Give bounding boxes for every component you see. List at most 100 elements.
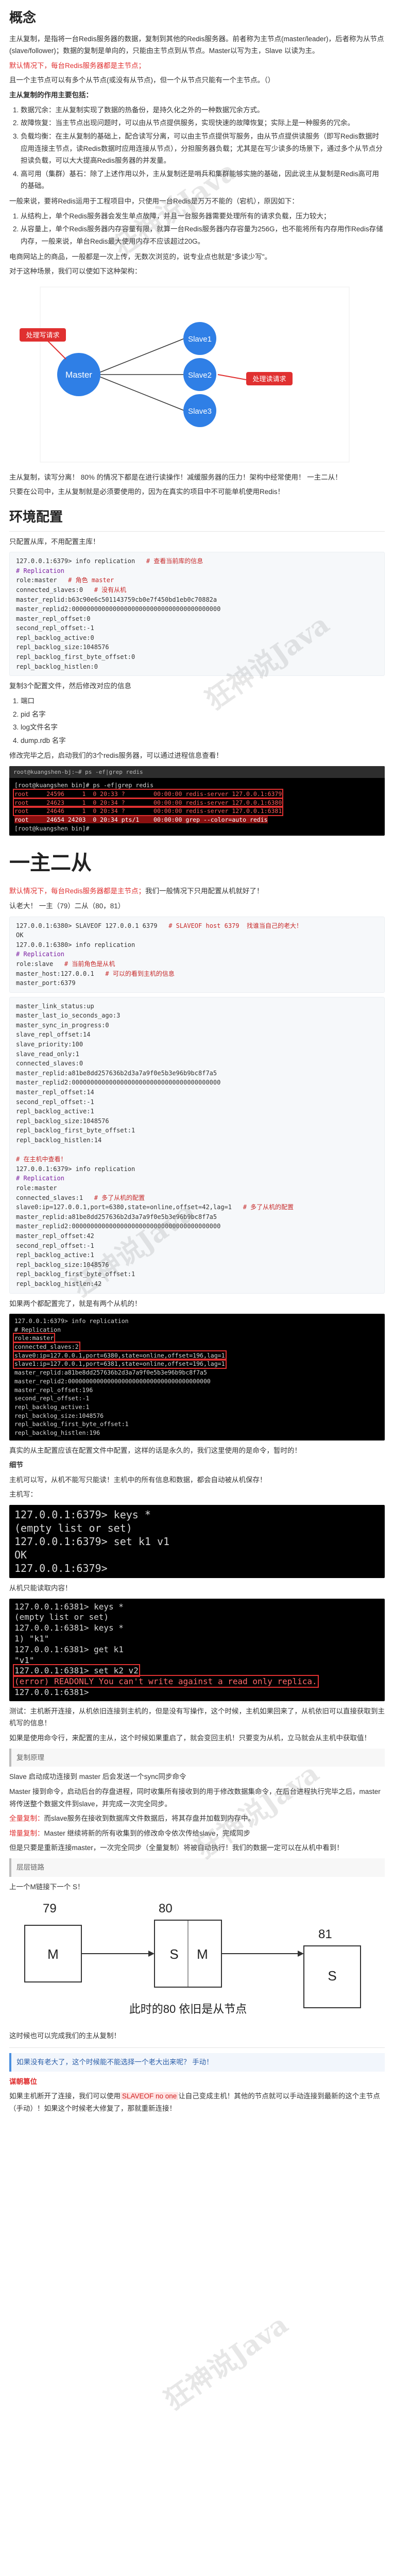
terminal-line: (empty list or set) <box>14 1522 132 1535</box>
section-title-concept: 概念 <box>9 10 37 25</box>
layer-paragraph: 这时候也可以完成我们的主从复制！ <box>9 2032 121 2040</box>
fallback-text: 如果主机断开了连接，我们可以使用 <box>9 2092 121 2100</box>
layer-heading: 层层链路 <box>9 1858 385 1877</box>
node-role-letter: M <box>47 1946 59 1962</box>
terminal-line: root 24623 1 0 20:34 ? 00:00:00 redis-se… <box>12 797 284 808</box>
arrow-head <box>298 1951 304 1957</box>
section-title-env: 环境配置 <box>9 505 385 532</box>
intro-paragraph: 对于这种场景，我们可以使如下这种架构： <box>9 267 142 276</box>
chain-diagram: 79 80 81 M S M S 此时的80 依旧是从节点 <box>24 1902 361 2015</box>
code-line: repl_backlog_histlen:0 <box>16 663 98 670</box>
terminal-line: 127.0.0.1:6379> keys * <box>14 1509 151 1521</box>
terminal-line: root 24646 1 0 20:34 ? 00:00:00 redis-se… <box>12 806 284 817</box>
write-request-label: 处理写请求 <box>26 331 59 339</box>
node-role-letter: S <box>169 1946 178 1962</box>
code-line: master_replid:b63c90e6c501143759cb0e7f45… <box>16 596 217 603</box>
terminal-line: "v1" <box>14 1655 35 1665</box>
list-item: 端口 <box>21 695 385 707</box>
read-request-label: 处理读请求 <box>252 375 286 383</box>
code-block-info-replication: 127.0.0.1:6379> info replication # 查看当前库… <box>9 552 385 676</box>
fallback-paragraph: 如果主机断开了连接，我们可以使用 SLAVEOF no one 让自己变成主机！其他… <box>9 2090 385 2114</box>
intro-paragraph: 主从复制，是指将一台Redis服务器的数据，复制到其他的Redis服务器。前者称… <box>9 35 384 55</box>
terminal-line: 127.0.0.1:6381> keys * <box>14 1623 124 1633</box>
sync-paragraph: Master 接到命令，启动后台的存盘进程，同时收集所有接收到的用于修改数据集命… <box>9 1787 381 1808</box>
chain-caption: 此时的80 依旧是从节点 <box>129 2003 247 2015</box>
terminal-line: 127.0.0.1:6381> get k1 <box>14 1644 124 1654</box>
terminal-line: 127.0.0.1:6379> info replication <box>14 1317 129 1325</box>
onemaster-paragraph: 如果两个都配置完了，就是有两个从机的！ <box>9 1299 142 1308</box>
onemaster-paragraph: 认老大！ 一主（79）二从（80，81） <box>9 902 125 910</box>
code-line: 127.0.0.1:6380> SLAVEOF 127.0.0.1 6379 #… <box>16 922 302 929</box>
terminal-line: slave0:ip=127.0.0.1,port=6380,state=onli… <box>13 1350 227 1361</box>
list-item: 负载均衡：在主从复制的基础上，配合读写分离，可以由主节点提供写服务，由从节点提供… <box>21 130 385 167</box>
list-item: 故障恢复：当主节点出现问题时，可以由从节点提供服务，实现快速的故障恢复；实际上是… <box>21 117 385 129</box>
terminal-window-ps: root@kuangshen-bj:~# ps -ef|grep redis [… <box>9 766 385 836</box>
terminal-line: role:master <box>12 1333 56 1344</box>
code-line: repl_backlog_size:1048576 <box>16 643 109 651</box>
terminal-line: repl_backlog_size:1048576 <box>14 1412 104 1419</box>
code-line: repl_backlog_first_byte_offset:0 <box>16 653 135 661</box>
fallback-tip: 如果没有老大了，这个时候能不能选择一个老大出来呢？ 手动！ <box>9 2053 385 2072</box>
terminal-line: master_repl_offset:196 <box>14 1386 93 1394</box>
detail-paragraph: 从机只能读取内容！ <box>9 1584 72 1592</box>
terminal-window-master-write: 127.0.0.1:6379> keys * (empty list or se… <box>9 1505 385 1579</box>
code-line: role:master # 角色 master <box>16 577 114 584</box>
code-line: repl_backlog_active:0 <box>16 634 94 641</box>
code-line: master_port:6379 <box>16 979 76 987</box>
node-port-label: 80 <box>159 1902 173 1916</box>
list-item: 数据冗余：主从复制实现了数据的热备份，是持久化之外的一种数据冗余方式。 <box>21 104 385 116</box>
reasons-list: 从结构上，单个Redis服务器会发生单点故障，并且一台服务器需要处理所有的请求负… <box>21 210 385 248</box>
detail-paragraph: 主机可以写，从机不能写只能读！主机中的所有信息和数据，都会自动被从机保存！ <box>9 1476 267 1484</box>
list-item: 高可用（集群）基石：除了上述作用以外，主从复制还是哨兵和集群能够实施的基础，因此… <box>21 168 385 192</box>
summary-paragraph: 只要在公司中，主从复制就是必须要使用的，因为在真实的项目中不可能单机使用Redi… <box>9 488 285 496</box>
terminal-window-master-info: 127.0.0.1:6379> info replication # Repli… <box>9 1314 385 1440</box>
roles-subheading: 主从复制的作用主要包括： <box>9 91 93 99</box>
code-block-replication-detail: master_link_status:up master_last_io_sec… <box>9 996 385 1294</box>
terminal-line: master_replid:a81be8dd257636b2d3a7a9f0e5… <box>14 1369 207 1377</box>
code-line: connected_slaves:0 # 没有从机 <box>16 586 127 594</box>
arrow-head <box>148 1951 155 1957</box>
terminal-line: repl_backlog_first_byte_offset:1 <box>14 1420 129 1428</box>
detail-paragraph: 如果是使用命令行，来配置的主从，这个时候如果重启了，就会变回主机！只要变为从机，… <box>9 1734 371 1742</box>
env-paragraph: 修改完毕之后，启动我们的3个redis服务器，可以通过进程信息查看！ <box>9 752 223 760</box>
detail-paragraph: 测试：主机断开连接，从机依旧连接到主机的，但是没有写操作，这个时候，主机如果回来… <box>9 1707 385 1727</box>
intro-paragraph: 电商网站上的商品，一般都是一次上传，无数次浏览的，说专业点也就是"多读少写"。 <box>9 252 272 261</box>
code-line: role:slave # 当前角色是从机 <box>16 960 115 968</box>
roles-list: 数据冗余：主从复制实现了数据的热备份，是持久化之外的一种数据冗余方式。 故障恢复… <box>21 104 385 192</box>
terminal-line: root 24596 1 0 20:33 ? 00:00:00 redis-se… <box>12 788 284 799</box>
sync-paragraph: 全量复制：而slave服务在接收到数据库文件数据后，将其存盘并加载到内存中。 <box>9 1812 385 1825</box>
onemaster-default-note: 默认情况下，每台Redis服务器都是主节点； <box>9 887 146 895</box>
terminal-line: [root@kuangshen bin]# ps -ef|grep redis <box>14 782 154 789</box>
layer-paragraph: 上一个M链接下一个 S！ <box>9 1883 84 1891</box>
terminal-line: repl_backlog_histlen:196 <box>14 1429 100 1436</box>
slave-label: Slave1 <box>188 335 212 344</box>
detail-paragraph: 主机写： <box>9 1490 37 1499</box>
node-port-label: 79 <box>43 1902 57 1916</box>
summary-paragraph: 主从复制，读写分离！ 80% 的情况下都是在进行读操作！减缓服务器的压力！架构中… <box>9 473 342 481</box>
terminal-line: (empty list or set) <box>14 1612 109 1622</box>
code-line: master_replid2:0000000000000000000000000… <box>16 605 221 613</box>
incr-sync-label: 增量复制： <box>9 1829 44 1837</box>
section-title-one-master: 一主二从 <box>9 852 92 875</box>
node-port-label: 81 <box>318 1927 332 1941</box>
watermark: 狂神说Java <box>158 2308 294 2417</box>
code-line: master_repl_offset:0 <box>16 615 91 622</box>
master-label: Master <box>65 370 92 380</box>
sync-heading: 复制原理 <box>9 1748 385 1767</box>
terminal-line: repl_backlog_active:1 <box>14 1403 90 1411</box>
terminal-line: 127.0.0.1:6379> set k1 v1 <box>14 1535 170 1548</box>
full-sync-desc: 而slave服务在接收到数据库文件数据后，将其存盘并加载到内存中。 <box>44 1815 255 1823</box>
slaveof-no-one-command: SLAVEOF no one <box>121 2092 179 2100</box>
intro-default-master: 默认情况下，每台Redis服务器都是主节点； <box>9 61 146 70</box>
onemaster-config-note: 我们一般情况下只用配置从机就好了！ <box>145 887 264 895</box>
intro-paragraph: 且一个主节点可以有多个从节点(或没有从节点)，但一个从节点只能有一个主节点。（） <box>9 76 275 84</box>
terminal-line: second_repl_offset:-1 <box>14 1395 90 1402</box>
node-role-letter: S <box>328 1968 336 1984</box>
code-line: OK <box>16 931 24 939</box>
env-paragraph: 复制3个配置文件，然后修改对应的信息 <box>9 682 132 690</box>
terminal-line: [root@kuangshen bin]# <box>14 824 90 832</box>
terminal-line: 127.0.0.1:6381> keys * <box>14 1601 124 1612</box>
terminal-line: slave1:ip=127.0.0.1,port=6381,state=onli… <box>13 1359 227 1369</box>
terminal-line: connected_slaves:2 <box>13 1342 80 1352</box>
terminal-title: root@kuangshen-bj:~# ps -ef|grep redis <box>9 766 385 778</box>
